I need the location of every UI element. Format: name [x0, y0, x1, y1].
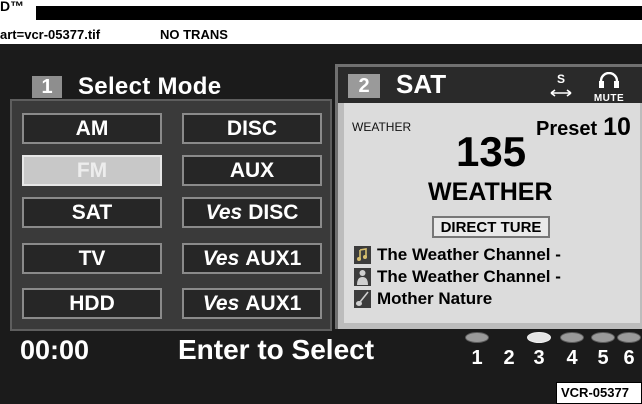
- preset-slot-4[interactable]: 4: [559, 332, 585, 370]
- preset-slot-number: 3: [533, 347, 545, 369]
- preset-slot-number: 1: [471, 347, 483, 369]
- scan-icon[interactable]: S: [550, 72, 572, 100]
- mode-button-disc[interactable]: DISC: [182, 113, 322, 144]
- mode-button-ves-aux1[interactable]: Ves AUX1: [182, 243, 322, 274]
- mode-button-sat[interactable]: SAT: [22, 197, 162, 228]
- preset-slot-1[interactable]: 1: [464, 332, 490, 370]
- sat-panel-number: 2: [348, 74, 380, 98]
- mode-button-label: TV: [78, 246, 106, 270]
- preset-slot-6[interactable]: 6: [616, 332, 642, 370]
- info-row-composer: Mother Nature: [354, 288, 492, 310]
- preset-number: 10: [603, 113, 631, 141]
- ves-prefix: Ves: [202, 291, 240, 315]
- music-note-icon: [354, 246, 371, 264]
- preset-indicator: Preset 10: [536, 113, 631, 142]
- info-row-artist: The Weather Channel -: [354, 266, 561, 288]
- sat-title: SAT: [396, 69, 447, 99]
- preset-dot: [465, 332, 489, 343]
- mode-button-label: AM: [75, 116, 109, 140]
- figure-id-label: VCR-05377: [556, 382, 642, 404]
- mode-panel-number: 1: [32, 76, 62, 98]
- headphones-icon: [599, 71, 619, 88]
- mode-button-hdd[interactable]: HDD: [22, 288, 162, 319]
- mode-button-label: DISC: [226, 116, 278, 140]
- person-icon: [354, 268, 371, 286]
- info-text: The Weather Channel -: [377, 245, 561, 264]
- mode-button-am[interactable]: AM: [22, 113, 162, 144]
- info-row-song: The Weather Channel -: [354, 244, 561, 266]
- scan-icon-label: S: [556, 72, 565, 86]
- ves-prefix: Ves: [205, 200, 243, 224]
- preset-slot-number: 4: [566, 347, 578, 369]
- mode-button-ves-aux1-2[interactable]: Ves AUX1: [182, 288, 322, 319]
- clock-display: 00:00: [20, 335, 90, 365]
- preset-slot-number: 5: [597, 347, 609, 369]
- mode-button-label: FM: [76, 158, 108, 182]
- preset-dot: [617, 332, 641, 343]
- mode-button-label: AUX1: [245, 291, 302, 315]
- info-text: Mother Nature: [377, 289, 493, 308]
- trans-label: NO TRANS: [160, 27, 228, 42]
- mode-button-aux[interactable]: AUX: [182, 155, 322, 186]
- category-label: WEATHER: [352, 120, 412, 134]
- direct-tune-button[interactable]: DIRECT TURE: [432, 216, 550, 238]
- preset-label: Preset: [536, 118, 598, 140]
- mode-button-label: SAT: [71, 200, 113, 224]
- preset-slot-5[interactable]: 5: [590, 332, 616, 370]
- mute-button[interactable]: MUTE: [591, 71, 627, 104]
- arrows-icon: [550, 89, 572, 97]
- mode-button-label: HDD: [69, 291, 115, 315]
- channel-number: 135: [456, 128, 527, 175]
- mute-label: MUTE: [593, 93, 625, 104]
- mode-button-label: AUX1: [245, 246, 302, 270]
- mode-button-ves-disc[interactable]: Ves DISC: [182, 197, 322, 228]
- header-black-bar: [36, 6, 642, 20]
- preset-slot-number: 2: [503, 347, 515, 369]
- select-mode-header: 1 Select Mode: [32, 73, 222, 100]
- preset-slot-2[interactable]: 2: [496, 332, 522, 370]
- preset-dot-active: [527, 332, 551, 343]
- preset-dot: [591, 332, 615, 343]
- channel-name: WEATHER: [428, 178, 553, 206]
- mode-button-tv[interactable]: TV: [22, 243, 162, 274]
- preset-slot-number: 6: [623, 347, 635, 369]
- ves-prefix: Ves: [202, 246, 240, 270]
- mode-button-label: DISC: [248, 200, 299, 224]
- enter-hint: Enter to Select: [178, 334, 375, 365]
- select-mode-title: Select Mode: [78, 73, 222, 100]
- trademark-mark: D™: [0, 0, 25, 14]
- mode-button-label: AUX: [229, 158, 275, 182]
- guitar-icon: [354, 290, 371, 308]
- preset-dot: [560, 332, 584, 343]
- mode-button-fm[interactable]: FM: [22, 155, 162, 186]
- info-text: The Weather Channel -: [377, 267, 561, 286]
- art-file-label: art=vcr-05377.tif: [0, 27, 101, 42]
- preset-slot-3[interactable]: 3: [526, 332, 552, 370]
